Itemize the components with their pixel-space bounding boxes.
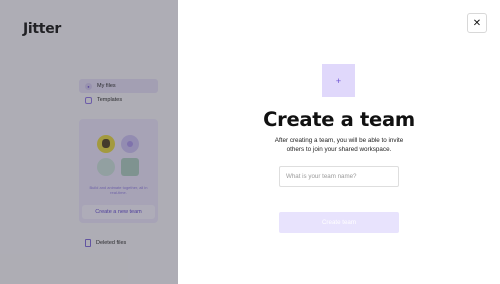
close-button[interactable]: ✕	[467, 13, 487, 33]
team-avatar-upload[interactable]: +	[322, 64, 355, 97]
modal-title: Create a team	[263, 108, 415, 131]
team-name-input[interactable]	[279, 166, 399, 187]
modal-backdrop[interactable]	[0, 0, 178, 284]
plus-icon: +	[335, 75, 342, 86]
close-icon: ✕	[472, 17, 482, 29]
create-team-modal: ✕ + Create a team After creating a team,…	[178, 0, 500, 284]
modal-subtitle: After creating a team, you will be able …	[274, 137, 404, 153]
create-team-button[interactable]: Create team	[279, 212, 399, 233]
